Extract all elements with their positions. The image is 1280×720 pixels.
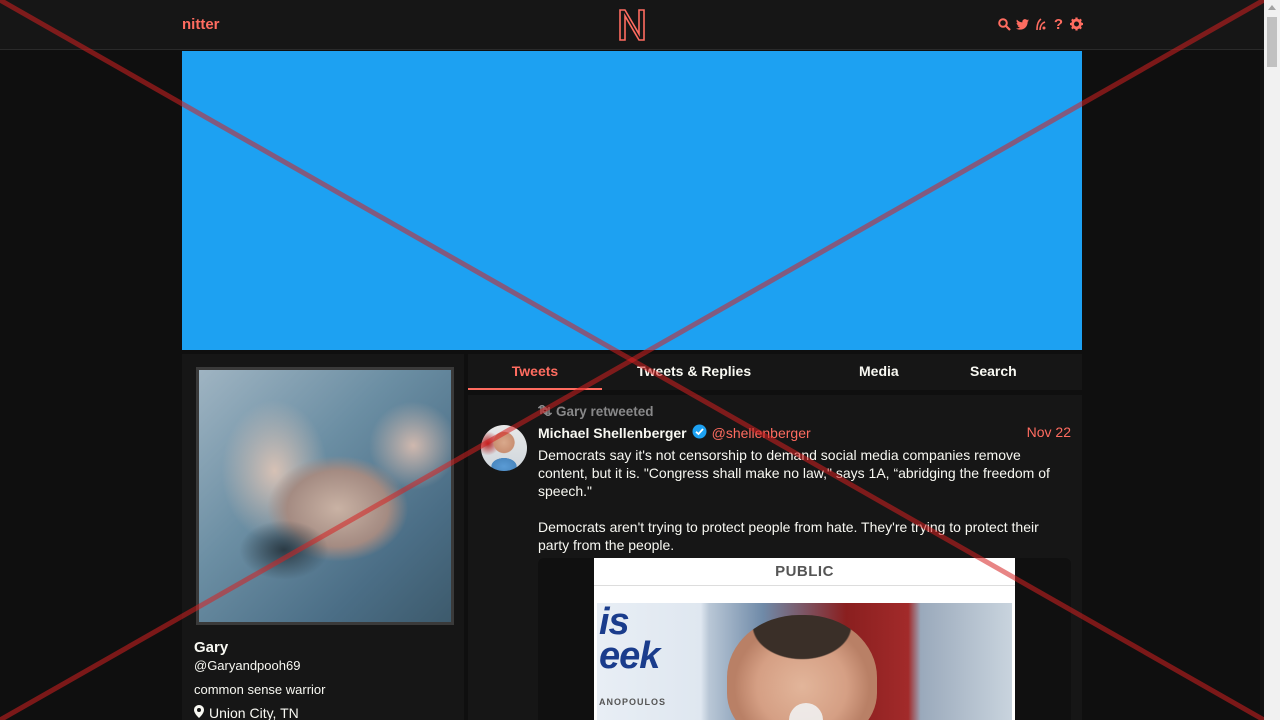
tweet-media[interactable]: PUBLIC is eek ANOPOULOS [538, 558, 1071, 720]
brand-link[interactable]: nitter [182, 16, 220, 33]
search-icon[interactable] [998, 16, 1011, 32]
tweet-avatar[interactable] [481, 425, 527, 471]
media-image[interactable]: PUBLIC is eek ANOPOULOS [594, 558, 1015, 720]
tweet-header: Michael Shellenberger @shellenberger [538, 424, 811, 442]
tweet-paragraph: Democrats aren't trying to protect peopl… [538, 519, 1039, 553]
tweet-content: Democrats say it's not censorship to dem… [538, 446, 1068, 554]
tab-media[interactable]: Media [814, 354, 948, 390]
profile-card: Gary @Garyandpooh69 common sense warrior… [182, 354, 464, 720]
timeline: Tweets Tweets & Replies Media Search Gar… [468, 354, 1082, 720]
media-sub-text: ANOPOULOS [599, 697, 667, 707]
page-scrollbar[interactable] [1264, 0, 1280, 720]
nitter-logo[interactable] [618, 8, 646, 42]
tweet-username[interactable]: @shellenberger [712, 425, 811, 441]
tweet-fullname[interactable]: Michael Shellenberger [538, 425, 687, 441]
avatar-image [199, 370, 451, 622]
twitter-icon[interactable] [1016, 16, 1029, 32]
profile-handle[interactable]: @Garyandpooh69 [194, 658, 300, 673]
timeline-tabs: Tweets Tweets & Replies Media Search [468, 354, 1082, 390]
profile-location: Union City, TN [194, 705, 299, 720]
media-card-label: PUBLIC [594, 558, 1015, 586]
location-label: Union City, TN [209, 705, 299, 720]
retweet-header: Gary retweeted [536, 404, 654, 419]
media-photo: is eek ANOPOULOS [597, 603, 1012, 720]
scroll-up-icon[interactable] [1268, 5, 1276, 10]
timeline-item[interactable]: Gary retweeted Michael Shellenberger @sh… [468, 395, 1082, 720]
navbar: nitter ? [0, 0, 1264, 50]
tweet-date[interactable]: Nov 22 [1027, 424, 1071, 440]
retweet-label: Gary retweeted [556, 404, 654, 419]
profile-banner[interactable] [182, 51, 1082, 350]
rss-icon[interactable] [1034, 16, 1047, 32]
profile-bio: common sense warrior [194, 682, 326, 697]
tweet-paragraph: Democrats say it's not censorship to dem… [538, 447, 1050, 499]
tab-tweets-replies[interactable]: Tweets & Replies [602, 354, 814, 390]
verified-icon [692, 424, 707, 442]
retweet-icon [536, 404, 554, 419]
profile-name[interactable]: Gary [194, 639, 228, 656]
gear-icon[interactable] [1070, 16, 1083, 32]
scrollbar-thumb[interactable] [1267, 17, 1277, 67]
profile-avatar[interactable] [196, 367, 454, 625]
help-icon[interactable]: ? [1052, 16, 1065, 33]
nav-icons: ? [998, 16, 1083, 33]
location-pin-icon [194, 705, 204, 720]
tab-tweets[interactable]: Tweets [468, 354, 602, 390]
media-banner-text: is eek [599, 603, 660, 677]
tab-search[interactable]: Search [948, 354, 1082, 390]
